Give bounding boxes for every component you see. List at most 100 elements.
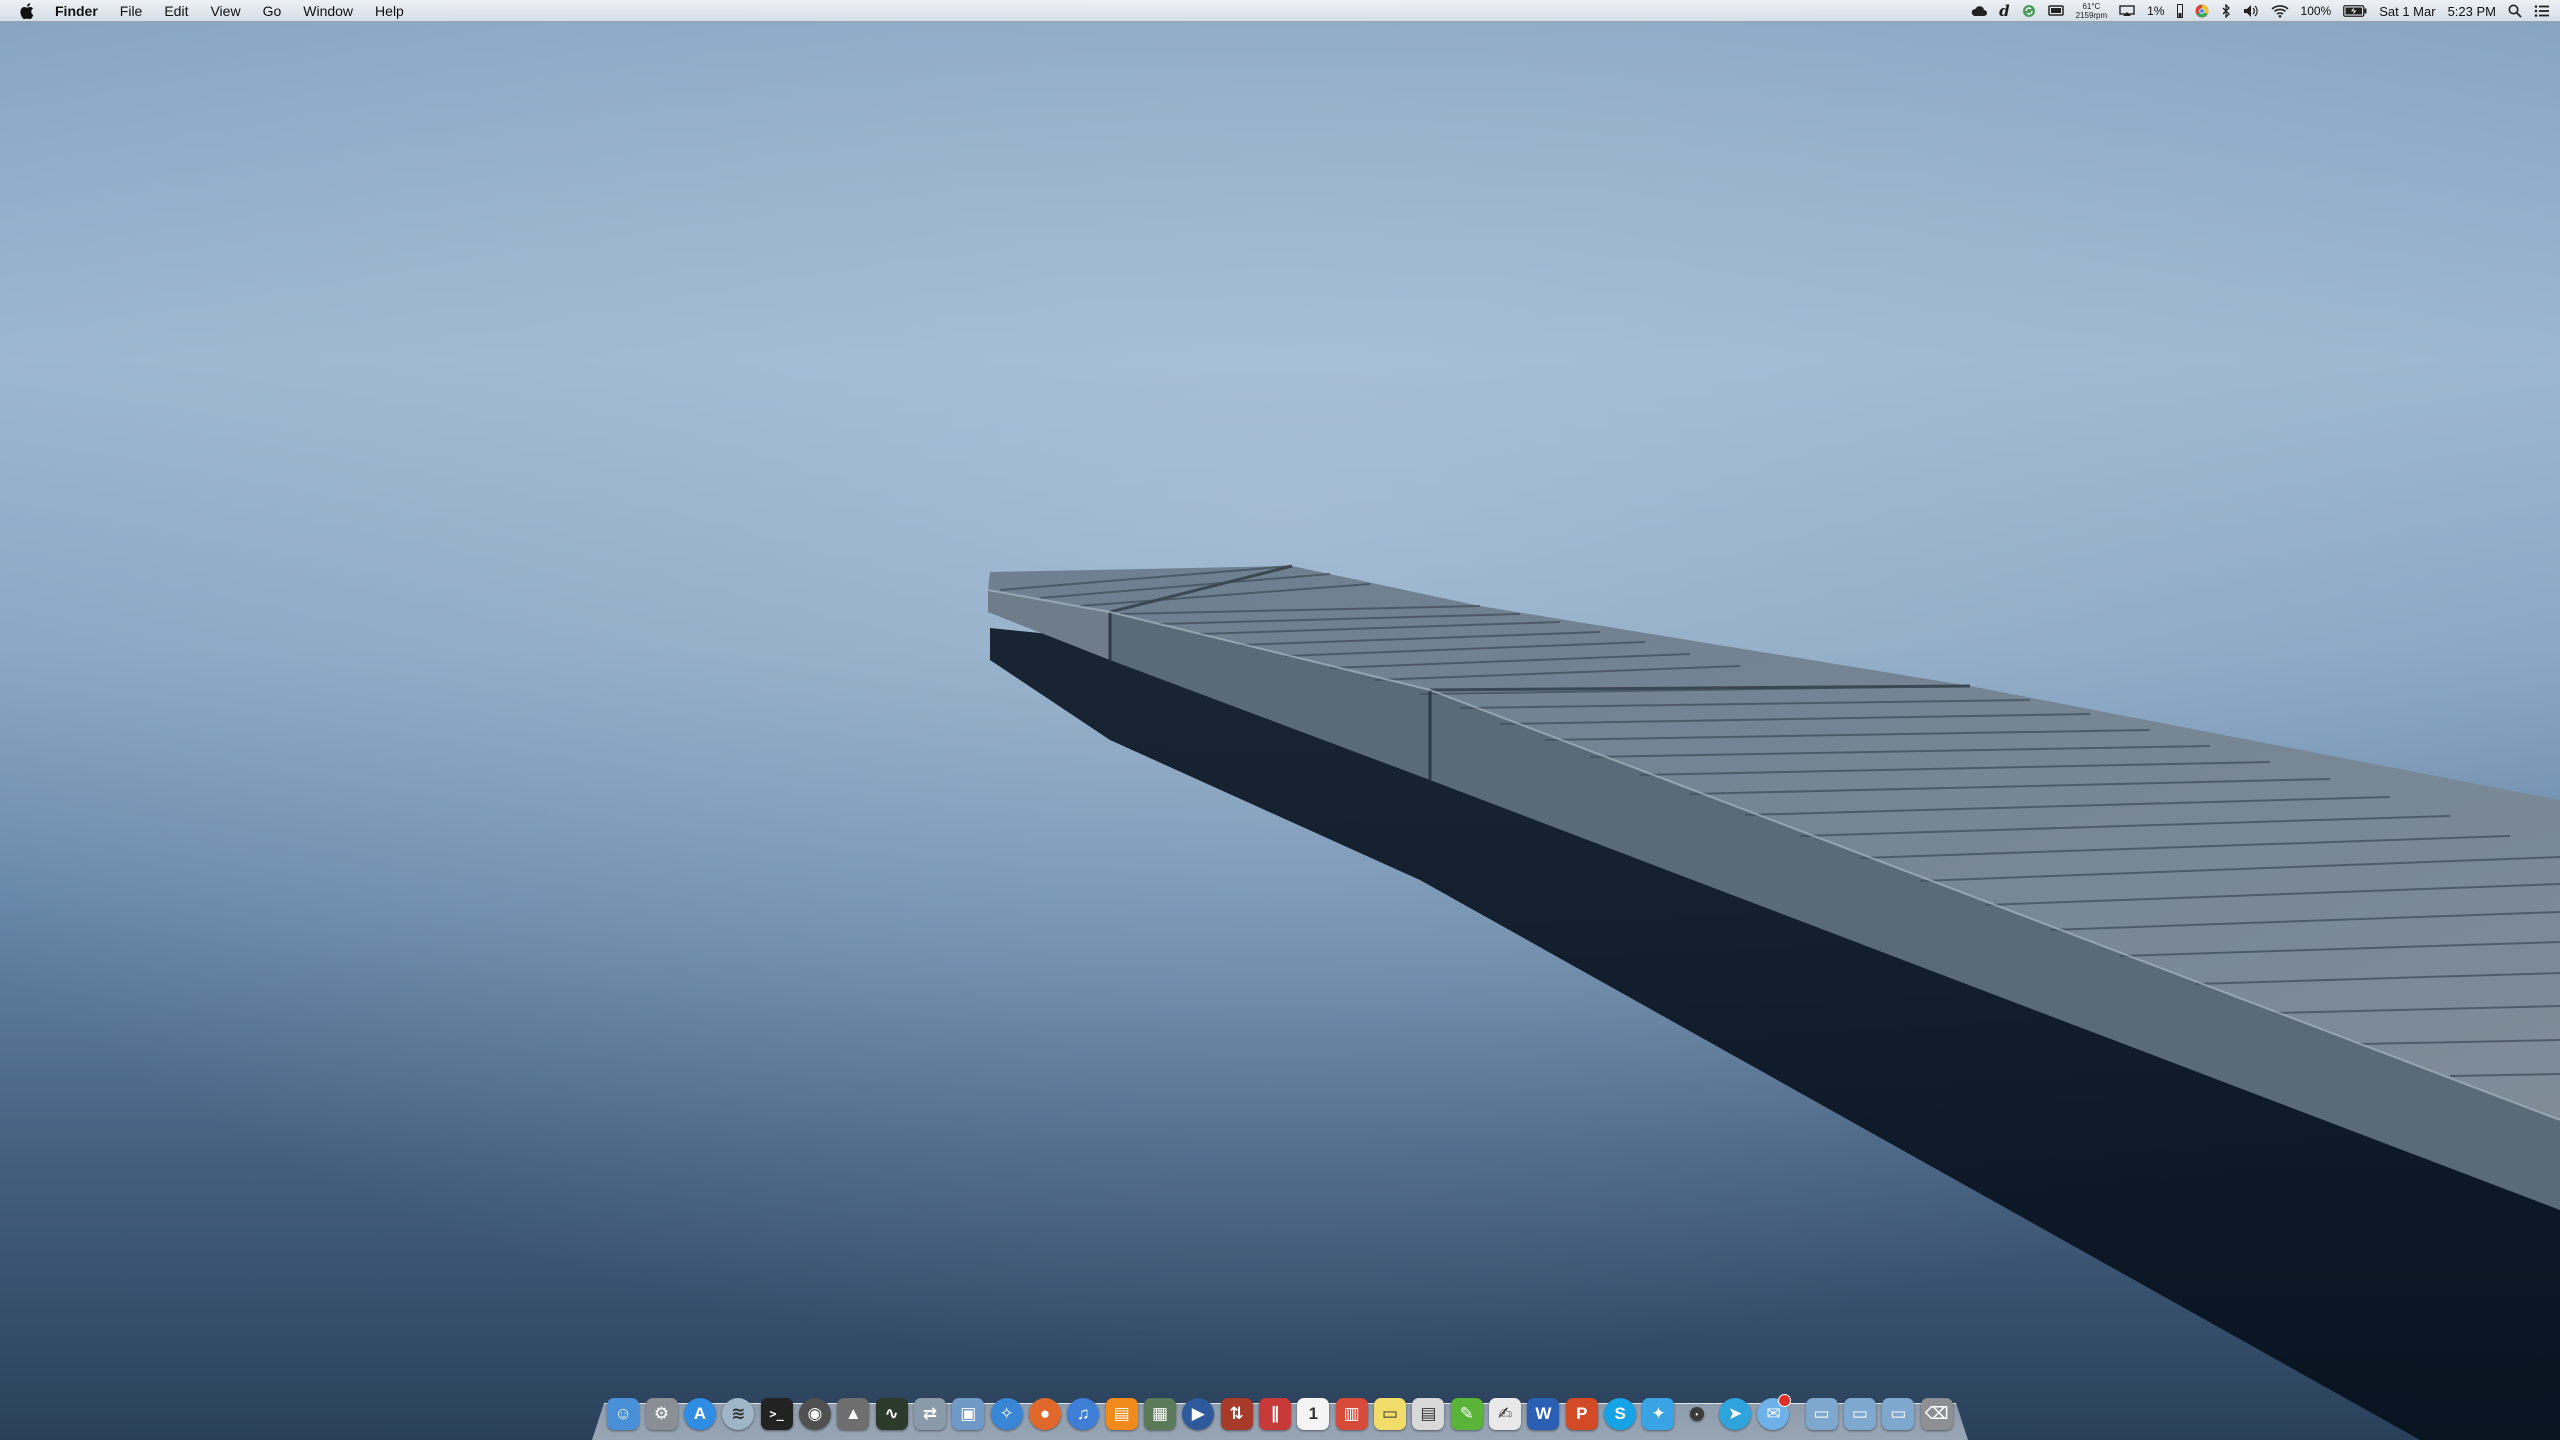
textedit-icon: ✍ [1489, 1398, 1522, 1430]
wifi-utility-dock-item[interactable]: ≋ [721, 1396, 756, 1432]
filezilla-dock-item[interactable]: ⇅ [1219, 1396, 1254, 1432]
disk-utility-dock-item[interactable]: ◉ [797, 1396, 832, 1432]
telegram-icon: ➤ [1719, 1398, 1752, 1430]
firefox-icon: ● [1028, 1398, 1061, 1430]
chrome-icon[interactable] [2195, 0, 2209, 22]
disk-utility-icon: ◉ [798, 1398, 831, 1430]
notification-center-icon[interactable] [2534, 0, 2550, 22]
stickies-icon: ▭ [1374, 1398, 1407, 1430]
app-store-dock-item[interactable]: A [682, 1396, 717, 1432]
image-capture-dock-item[interactable]: ▦ [1143, 1396, 1178, 1432]
parallels-dock-item[interactable]: ∥ [1258, 1396, 1293, 1432]
firefox-dock-item[interactable]: ● [1027, 1396, 1062, 1432]
itunes-dock-item[interactable]: ♫ [1066, 1396, 1101, 1432]
automator-dock-item[interactable]: ▲ [836, 1396, 871, 1432]
menu-bar-status-area: d 61°C 2159rpm 1% 100% Sat 1 Mar 5:23 PM [1971, 0, 2550, 22]
messages-dock-item[interactable]: ✉ [1756, 1394, 1791, 1432]
menu-edit[interactable]: Edit [153, 0, 199, 22]
safari-dock-item[interactable]: ✧ [989, 1396, 1024, 1432]
calendar-icon: 1 [1297, 1398, 1330, 1430]
evernote-icon: ✎ [1450, 1398, 1483, 1430]
flashcards-dock-item[interactable]: ▥ [1334, 1396, 1369, 1432]
safari-icon: ✧ [990, 1398, 1023, 1430]
activity-monitor-dock-item[interactable]: ∿ [874, 1396, 909, 1432]
menu-help[interactable]: Help [364, 0, 415, 22]
system-preferences-icon: ⚙ [645, 1398, 678, 1430]
menu-file[interactable]: File [109, 0, 154, 22]
recycle-icon[interactable] [2022, 0, 2036, 22]
ibooks-dock-item[interactable]: ▤ [1104, 1396, 1139, 1432]
alfred-icon: • [1689, 1407, 1704, 1421]
automator-icon: ▲ [837, 1398, 870, 1430]
spotlight-search-icon[interactable] [2508, 0, 2522, 22]
word-dock-item[interactable]: W [1526, 1396, 1561, 1432]
display-icon[interactable] [2047, 0, 2064, 22]
menu-window[interactable]: Window [292, 0, 364, 22]
twitter-dock-item[interactable]: ✦ [1641, 1396, 1676, 1432]
activity-monitor-icon: ∿ [875, 1398, 908, 1430]
menu-app-finder[interactable]: Finder [44, 0, 109, 22]
cpu-usage-value[interactable]: 1% [2147, 4, 2164, 18]
fan-speed-value: 2159rpm [2075, 11, 2108, 20]
temperature-value: 61°C [2082, 2, 2101, 11]
trash-icon: ⌫ [1920, 1398, 1953, 1430]
contacts-icon: ▤ [1412, 1398, 1445, 1430]
powerpoint-dock-item[interactable]: P [1564, 1396, 1599, 1432]
downloads-folder-dock-item[interactable]: ▭ [1881, 1396, 1916, 1432]
documents-folder-dock-item[interactable]: ▭ [1842, 1396, 1877, 1432]
trash-dock-item[interactable]: ⌫ [1919, 1396, 1954, 1432]
itunes-icon: ♫ [1067, 1398, 1100, 1430]
alfred-dock-item[interactable]: • [1679, 1396, 1714, 1432]
applications-folder-dock-item[interactable]: ▭ [1804, 1396, 1839, 1432]
airplay-icon[interactable] [2119, 0, 2135, 22]
telegram-dock-item[interactable]: ➤ [1718, 1396, 1753, 1432]
migration-assistant-dock-item[interactable]: ⇄ [912, 1396, 947, 1432]
memory-bar-icon[interactable] [2176, 0, 2183, 22]
textedit-dock-item[interactable]: ✍ [1488, 1396, 1523, 1432]
quicktime-icon: ▶ [1182, 1398, 1215, 1430]
stickies-dock-item[interactable]: ▭ [1373, 1396, 1408, 1432]
parallels-icon: ∥ [1259, 1398, 1292, 1430]
menu-bar-date[interactable]: Sat 1 Mar [2379, 4, 2435, 19]
dock: ☺ ⚙ A ≋ >_ ◉ ▲ ∿ ⇄ ▣ ✧ ● ♫ ▤ ▦ ▶ ⇅ ∥ 1 ▥ ▭ ▤ ✎ ✍ W P S ✦ • ➤ ✉ ▭ ▭ ▭ ⌫ [604, 1392, 1956, 1432]
cloud-icon[interactable] [1971, 0, 1988, 22]
filezilla-icon: ⇅ [1220, 1398, 1253, 1430]
contacts-dock-item[interactable]: ▤ [1411, 1396, 1446, 1432]
menu-view[interactable]: View [199, 0, 251, 22]
volume-icon[interactable] [2243, 0, 2259, 22]
battery-charging-icon[interactable] [2343, 0, 2367, 22]
skype-icon: S [1604, 1398, 1637, 1430]
wifi-icon[interactable] [2270, 0, 2289, 22]
terminal-dock-item[interactable]: >_ [759, 1396, 794, 1432]
finder-icon: ☺ [607, 1398, 640, 1430]
preview-dock-item[interactable]: ▣ [951, 1396, 986, 1432]
menu-bar-time[interactable]: 5:23 PM [2448, 4, 2496, 19]
twitter-icon: ✦ [1642, 1398, 1675, 1430]
ibooks-icon: ▤ [1105, 1398, 1138, 1430]
migration-assistant-icon: ⇄ [913, 1398, 946, 1430]
documents-folder-icon: ▭ [1843, 1398, 1876, 1430]
apple-logo-icon[interactable] [10, 0, 44, 22]
finder-dock-item[interactable]: ☺ [606, 1396, 641, 1432]
menu-bar-left: Finder File Edit View Go Window Help [0, 0, 415, 22]
quicktime-dock-item[interactable]: ▶ [1181, 1396, 1216, 1432]
temperature-fan-readout[interactable]: 61°C 2159rpm [2076, 0, 2108, 22]
menu-bar: Finder File Edit View Go Window Help d 6… [0, 0, 2560, 22]
powerpoint-icon: P [1565, 1398, 1598, 1430]
calendar-dock-item[interactable]: 1 [1296, 1396, 1331, 1432]
dictionary-icon[interactable]: d [1999, 0, 2010, 22]
evernote-dock-item[interactable]: ✎ [1449, 1396, 1484, 1432]
wifi-utility-icon: ≋ [722, 1398, 755, 1430]
system-preferences-dock-item[interactable]: ⚙ [644, 1396, 679, 1432]
battery-percent-value[interactable]: 100% [2301, 4, 2332, 18]
bluetooth-icon[interactable] [2221, 0, 2231, 22]
word-icon: W [1527, 1398, 1560, 1430]
pier-wallpaper-image [0, 0, 2560, 1440]
menu-go[interactable]: Go [252, 0, 293, 22]
skype-dock-item[interactable]: S [1603, 1396, 1638, 1432]
notification-badge [1777, 1394, 1791, 1407]
flashcards-icon: ▥ [1335, 1398, 1368, 1430]
downloads-folder-icon: ▭ [1882, 1398, 1915, 1430]
image-capture-icon: ▦ [1143, 1398, 1176, 1430]
terminal-icon: >_ [760, 1398, 793, 1430]
